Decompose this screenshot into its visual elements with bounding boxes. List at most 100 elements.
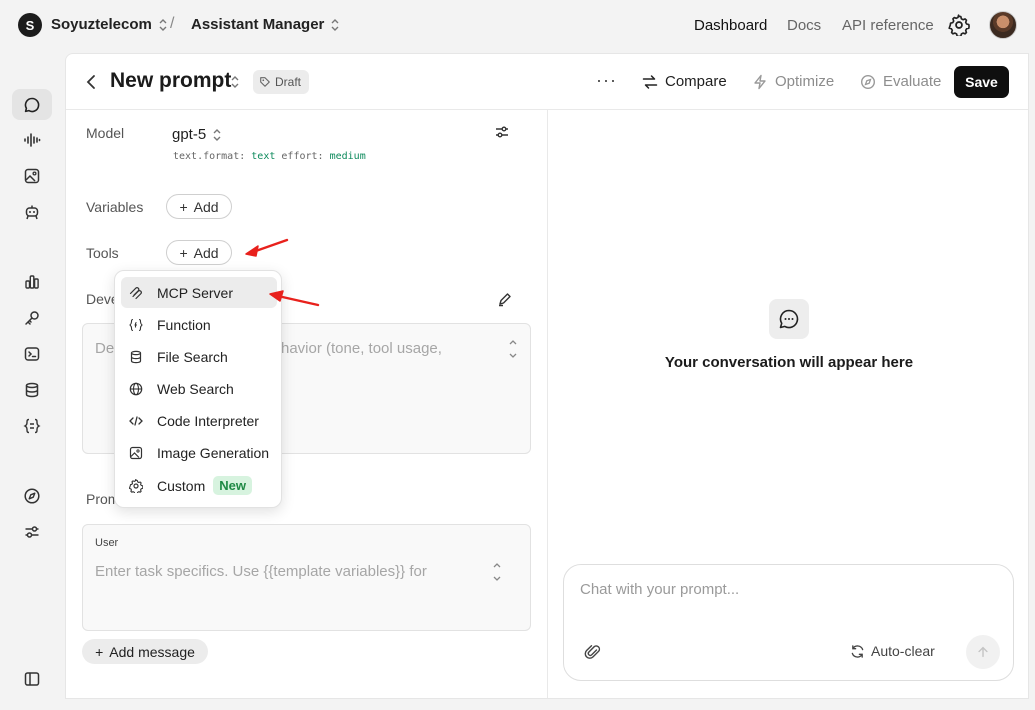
chat-bubble-icon [769,299,809,339]
save-button[interactable]: Save [954,66,1009,98]
plus-icon: + [179,244,188,261]
variables-label: Variables [86,199,144,215]
evaluate-label: Evaluate [883,73,942,90]
chevron-updown-icon[interactable] [230,75,240,89]
menu-item-label: Function [157,316,211,333]
tag-icon [260,77,270,87]
settings-gear-icon[interactable] [948,14,970,38]
new-badge: New [213,476,252,495]
bar-chart-icon[interactable] [21,271,43,293]
auto-clear-label: Auto-clear [871,643,935,659]
model-value: gpt-5 [172,126,207,143]
terminal-icon[interactable] [21,343,43,365]
format-key: text.format: [173,151,246,162]
panel-divider [547,110,548,698]
user-placeholder: Enter task specifics. Use {{template var… [95,563,427,580]
menu-item-label: Web Search [157,380,234,397]
nav-dashboard[interactable]: Dashboard [694,17,767,34]
menu-item-web-search[interactable]: Web Search [121,373,277,404]
chevron-updown-icon [158,18,168,32]
add-message-button[interactable]: + Add message [82,639,208,664]
menu-item-function[interactable]: Function [121,309,277,340]
add-tool-button[interactable]: + Add [166,240,232,265]
mcp-icon [129,286,142,299]
database-icon [130,350,142,363]
model-selector[interactable]: gpt-5 [172,126,222,143]
image-icon [129,446,143,459]
org-name: Soyuztelecom [51,16,152,33]
send-button[interactable] [966,635,1000,669]
compass-icon[interactable] [21,485,43,507]
page-title[interactable]: New prompt [110,69,231,93]
arrow-up-icon [978,646,988,658]
image-icon[interactable] [21,165,43,187]
refresh-icon [851,644,864,658]
chat-icon[interactable] [21,94,43,116]
add-message-label: Add message [109,643,195,660]
chevron-updown-icon [212,128,222,142]
tools-dropdown-menu: MCP Server Function File Search Web Sear… [114,270,282,508]
add-variable-label: Add [193,198,219,215]
user-message-input[interactable]: User Enter task specifics. Use {{templat… [82,524,531,631]
menu-item-code-interpreter[interactable]: Code Interpreter [121,405,277,436]
format-value: text [251,151,276,162]
function-icon [129,318,143,331]
evaluate-icon [860,74,876,89]
menu-item-label: File Search [157,348,228,365]
org-switcher[interactable]: Soyuztelecom [51,16,168,33]
sidebar-toggle-icon[interactable] [21,668,43,690]
optimize-button[interactable]: Optimize [752,73,834,90]
json-braces-icon[interactable] [21,415,43,437]
auto-clear-toggle[interactable]: Auto-clear [850,643,935,659]
paperclip-icon[interactable] [584,643,602,661]
compare-label: Compare [665,73,727,90]
draft-badge: Draft [253,70,310,94]
key-icon[interactable] [21,307,43,329]
chat-input[interactable]: Chat with your prompt... Auto-clear [563,564,1014,681]
model-settings-icon[interactable] [494,124,510,140]
plus-icon: + [95,643,104,660]
tools-label: Tools [86,245,119,261]
evaluate-button[interactable]: Evaluate [860,73,941,90]
breadcrumb-separator: / [170,15,175,32]
user-role-label: User [95,537,119,549]
project-switcher[interactable]: Assistant Manager [191,16,340,33]
globe-icon [129,382,143,395]
top-bar: S Soyuztelecom / Assistant Manager Dashb… [0,0,1035,52]
menu-item-label: Code Interpreter [157,412,259,429]
plus-icon: + [179,198,188,215]
add-variable-button[interactable]: + Add [166,194,232,219]
add-tool-label: Add [193,244,219,261]
compare-button[interactable]: Compare [642,73,727,90]
sliders-icon[interactable] [21,521,43,543]
expand-updown-icon[interactable] [493,561,501,583]
model-params: text.format: text effort: medium [173,151,366,162]
edit-pencil-icon[interactable] [497,291,513,307]
developer-placeholder-right: havior (tone, tool usage, [281,340,442,357]
user-avatar[interactable] [989,11,1017,39]
menu-item-image-generation[interactable]: Image Generation [121,437,277,468]
audio-wave-icon[interactable] [21,129,43,151]
chat-placeholder: Chat with your prompt... [580,581,740,598]
robot-icon[interactable] [21,201,43,223]
menu-item-custom[interactable]: Custom New [121,470,277,501]
menu-item-label: Image Generation [157,444,270,461]
effort-value: medium [329,151,366,162]
developer-placeholder-left: De [95,340,115,357]
back-chevron-icon[interactable] [82,72,100,92]
effort-key: effort: [281,151,324,162]
database-icon[interactable] [21,379,43,401]
more-options-button[interactable]: ··· [596,70,617,91]
optimize-label: Optimize [775,73,835,90]
compare-arrows-icon [642,74,658,89]
menu-item-file-search[interactable]: File Search [121,341,277,372]
nav-api-reference[interactable]: API reference [842,17,934,34]
menu-item-label: Custom [157,477,206,494]
lightning-icon [754,74,766,89]
project-name: Assistant Manager [191,16,325,33]
org-avatar[interactable]: S [18,13,42,37]
menu-item-mcp-server[interactable]: MCP Server [121,277,277,308]
expand-updown-icon[interactable] [509,338,517,360]
nav-docs[interactable]: Docs [787,17,821,34]
menu-item-label: MCP Server [157,284,233,301]
